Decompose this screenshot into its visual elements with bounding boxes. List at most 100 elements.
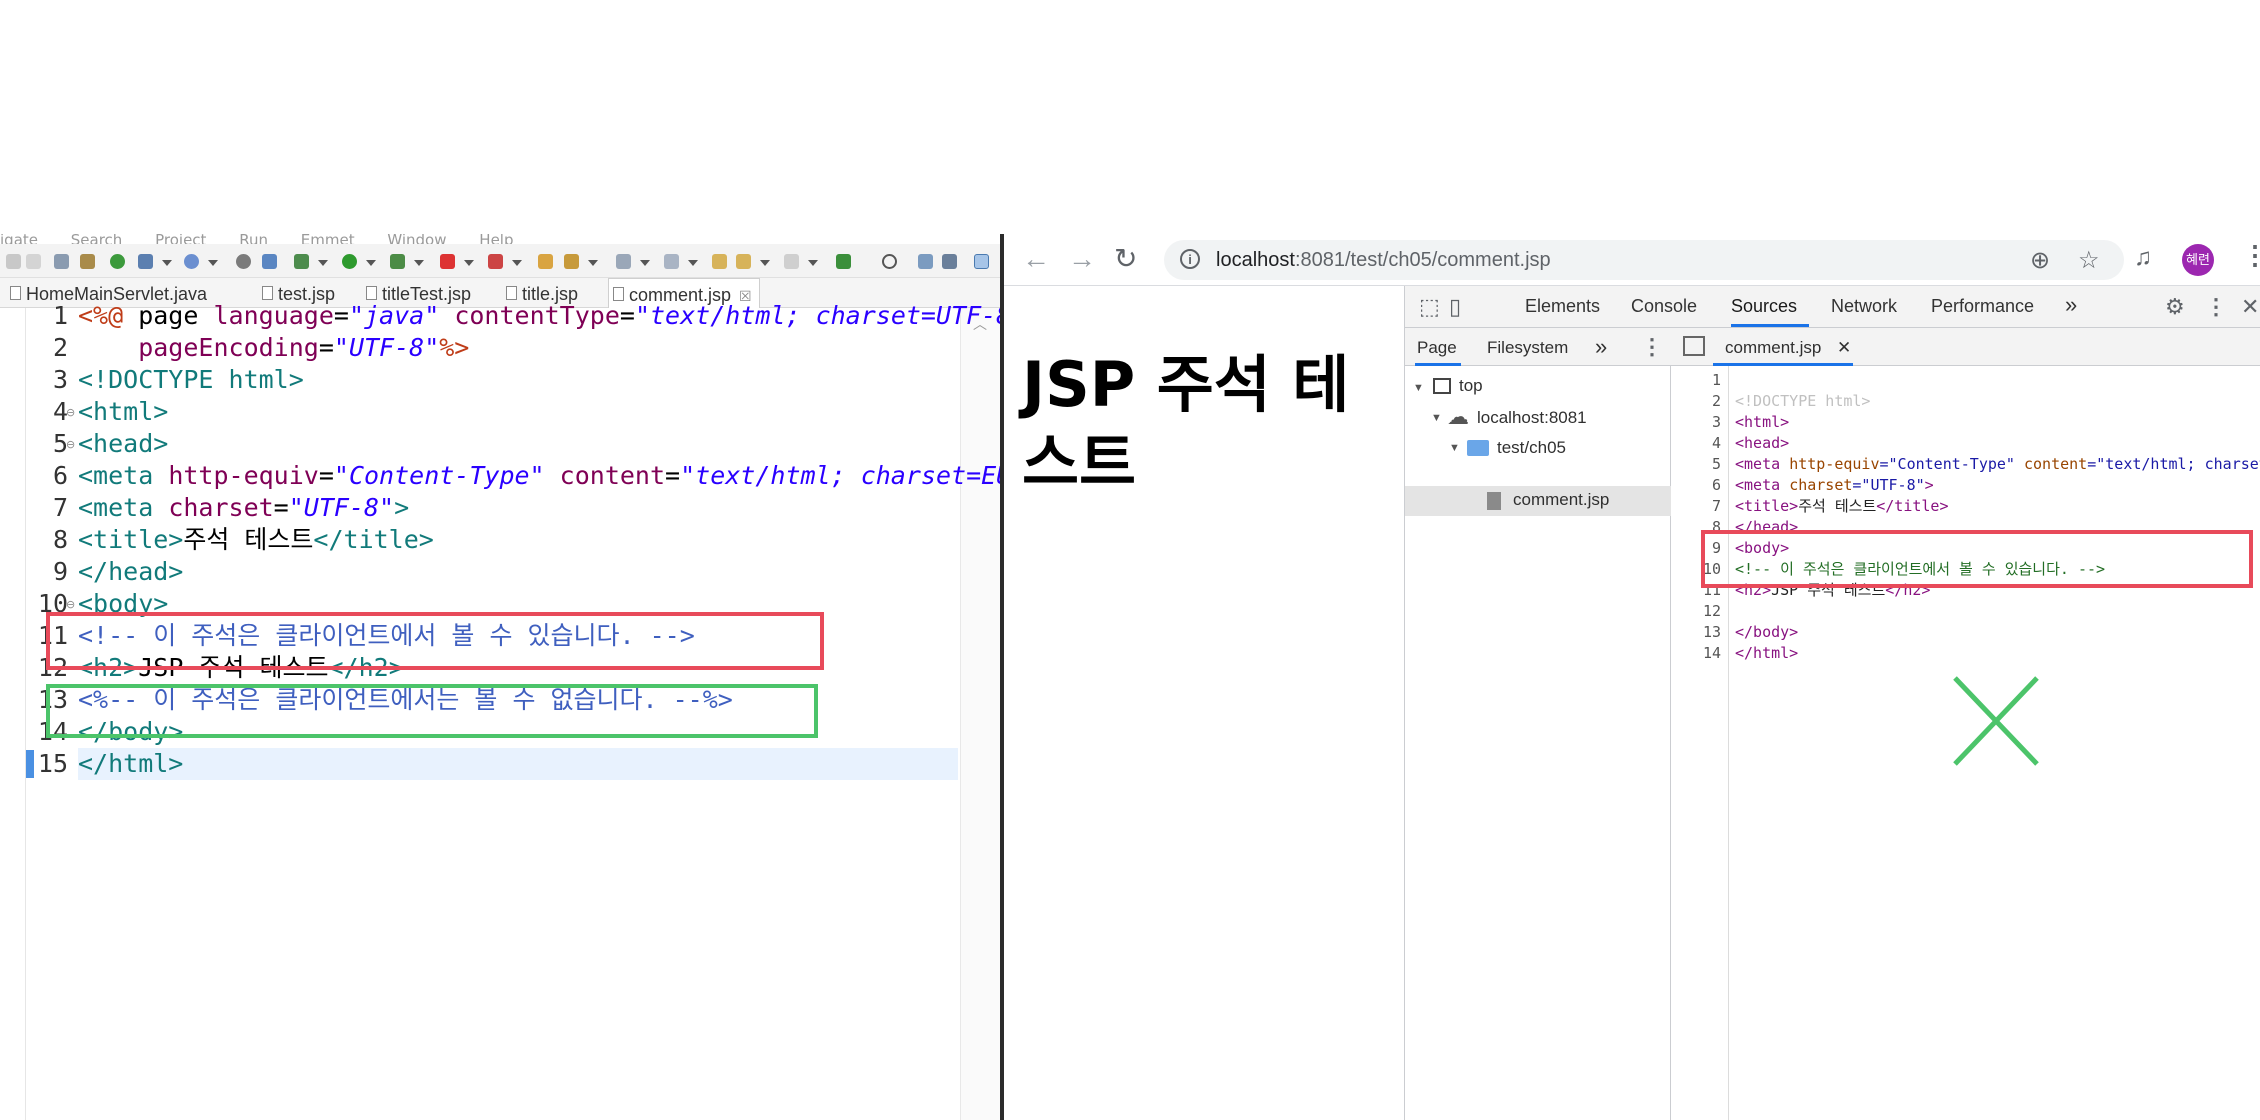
address-bar[interactable]: i localhost:8081/test/ch05/comment.jsp ⊕…	[1164, 240, 2124, 280]
dropdown-arrow-icon[interactable]	[464, 260, 474, 266]
dropdown-arrow-icon[interactable]	[414, 260, 424, 266]
dropdown-arrow-icon[interactable]	[208, 260, 218, 266]
debug-config-icon[interactable]	[138, 254, 153, 269]
tab-elements[interactable]: Elements	[1525, 296, 1600, 317]
tab-console[interactable]: Console	[1631, 296, 1697, 317]
redo-icon[interactable]	[26, 254, 41, 269]
toggle-block-icon[interactable]	[54, 254, 69, 269]
tree-item-host[interactable]: localhost:8081	[1477, 408, 1587, 428]
jsp-file-icon	[366, 286, 377, 300]
dropdown-arrow-icon[interactable]	[760, 260, 770, 266]
device-toolbar-icon[interactable]: ▯	[1449, 294, 1461, 320]
code-token: contentType	[439, 301, 620, 330]
run-icon[interactable]	[342, 254, 357, 269]
source-line-7: <title>주석 테스트</title>	[1735, 496, 1949, 517]
search-icon[interactable]	[882, 254, 897, 269]
reload-button[interactable]: ↻	[1114, 244, 1137, 274]
fold-toggle-icon[interactable]: ⊖	[66, 598, 75, 611]
dropdown-arrow-icon[interactable]	[588, 260, 598, 266]
line-number: 7	[52, 493, 68, 522]
nav-tab-page[interactable]: Page	[1417, 338, 1457, 358]
prev-annotation-icon[interactable]	[664, 254, 679, 269]
tree-item-top[interactable]: top	[1459, 376, 1483, 396]
close-file-icon[interactable]: ✕	[1837, 338, 1851, 358]
forward-icon[interactable]	[784, 254, 799, 269]
jsp-comment-highlight-box	[46, 684, 818, 738]
stop-icon[interactable]	[440, 254, 455, 269]
next-annotation-icon[interactable]	[616, 254, 631, 269]
server-icon[interactable]	[110, 254, 125, 269]
source-line-14: </html>	[1735, 644, 1799, 662]
dropdown-arrow-icon[interactable]	[688, 260, 698, 266]
expand-triangle-icon[interactable]: ▼	[1449, 442, 1460, 454]
screenshot-root: igate Search Project Run Emmet Window He…	[0, 0, 2260, 1120]
web-perspective-icon[interactable]	[974, 254, 989, 269]
debug-icon[interactable]	[294, 254, 309, 269]
code-editor[interactable]: ︿ 1 2 3 4 5 6 7 8 9 10 11 12 13 14 15 ⊖ …	[0, 301, 1000, 1120]
code-token: <meta	[1735, 455, 1790, 473]
close-devtools-icon[interactable]: ✕	[2241, 294, 2259, 320]
code-token: 주석 테스트	[183, 525, 314, 554]
profile-avatar[interactable]: 혜련	[2182, 244, 2214, 276]
jsp-file-icon	[506, 286, 517, 300]
tree-item-folder[interactable]: test/ch05	[1497, 438, 1566, 458]
dropdown-arrow-icon[interactable]	[366, 260, 376, 266]
more-tabs-icon[interactable]: »	[2065, 292, 2077, 318]
url-text[interactable]: localhost:8081/test/ch05/comment.jsp	[1216, 249, 1551, 272]
new-server-icon[interactable]	[488, 254, 503, 269]
dropdown-arrow-icon[interactable]	[318, 260, 328, 266]
jsp-file-icon	[613, 287, 624, 301]
toggle-navigator-icon[interactable]	[1683, 336, 1705, 356]
undo-icon[interactable]	[6, 254, 21, 269]
tab-sources[interactable]: Sources	[1731, 296, 1797, 317]
open-file-tab[interactable]: comment.jsp	[1725, 338, 1821, 358]
chrome-menu-icon[interactable]: ⋮	[2242, 240, 2260, 271]
code-token: <title>	[1735, 497, 1799, 515]
file-icon	[1487, 492, 1501, 510]
tab-performance[interactable]: Performance	[1931, 296, 2034, 317]
code-token: <meta	[78, 461, 169, 490]
run-external-icon[interactable]	[390, 254, 405, 269]
open-folder-icon[interactable]	[538, 254, 553, 269]
devtools-menu-icon[interactable]: ⋮	[2205, 294, 2227, 320]
source-line-2: <!DOCTYPE html>	[1735, 392, 1871, 410]
fold-toggle-icon[interactable]: ⊖	[66, 406, 75, 419]
expand-triangle-icon[interactable]: ▼	[1431, 412, 1442, 424]
frame-icon	[1433, 378, 1451, 394]
url-host: localhost	[1216, 249, 1295, 271]
tree-item-file[interactable]: comment.jsp	[1513, 490, 1609, 510]
back-icon[interactable]	[736, 254, 751, 269]
media-control-icon[interactable]: ♫	[2134, 244, 2152, 272]
web-browser-icon[interactable]	[184, 254, 199, 269]
back-button[interactable]: ←	[1022, 244, 1050, 274]
zoom-icon[interactable]: ⊕	[2030, 246, 2050, 275]
line-number: 6	[52, 461, 68, 490]
settings-gear-icon[interactable]: ⚙	[2165, 294, 2185, 320]
globe-icon[interactable]	[236, 254, 251, 269]
java-ee-perspective-icon[interactable]	[942, 254, 957, 269]
dropdown-arrow-icon[interactable]	[512, 260, 522, 266]
nav-tab-filesystem[interactable]: Filesystem	[1487, 338, 1568, 358]
editor-scrollbar[interactable]: ︿	[960, 308, 1000, 1120]
tab-network[interactable]: Network	[1831, 296, 1897, 317]
navigator-menu-icon[interactable]: ⋮	[1641, 334, 1663, 360]
expand-triangle-icon[interactable]: ▼	[1413, 382, 1424, 394]
bookmark-star-icon[interactable]: ☆	[2078, 246, 2100, 275]
site-info-icon[interactable]: i	[1180, 249, 1200, 269]
more-nav-tabs-icon[interactable]: »	[1595, 334, 1607, 360]
forward-button[interactable]: →	[1068, 244, 1096, 274]
dropdown-arrow-icon[interactable]	[640, 260, 650, 266]
code-token: ="UTF-8"	[1852, 476, 1925, 494]
code-line-2: pageEncoding="UTF-8"%>	[78, 332, 469, 364]
outline-icon[interactable]	[80, 254, 95, 269]
code-token: language	[213, 301, 334, 330]
pin-editor-icon[interactable]	[836, 254, 851, 269]
dropdown-arrow-icon[interactable]	[808, 260, 818, 266]
inspect-element-icon[interactable]: ⬚	[1419, 294, 1440, 320]
open-perspective-icon[interactable]	[918, 254, 933, 269]
dropdown-arrow-icon[interactable]	[162, 260, 172, 266]
search-tool-icon[interactable]	[262, 254, 277, 269]
last-edit-icon[interactable]	[712, 254, 727, 269]
fold-toggle-icon[interactable]: ⊖	[66, 438, 75, 451]
build-icon[interactable]	[564, 254, 579, 269]
